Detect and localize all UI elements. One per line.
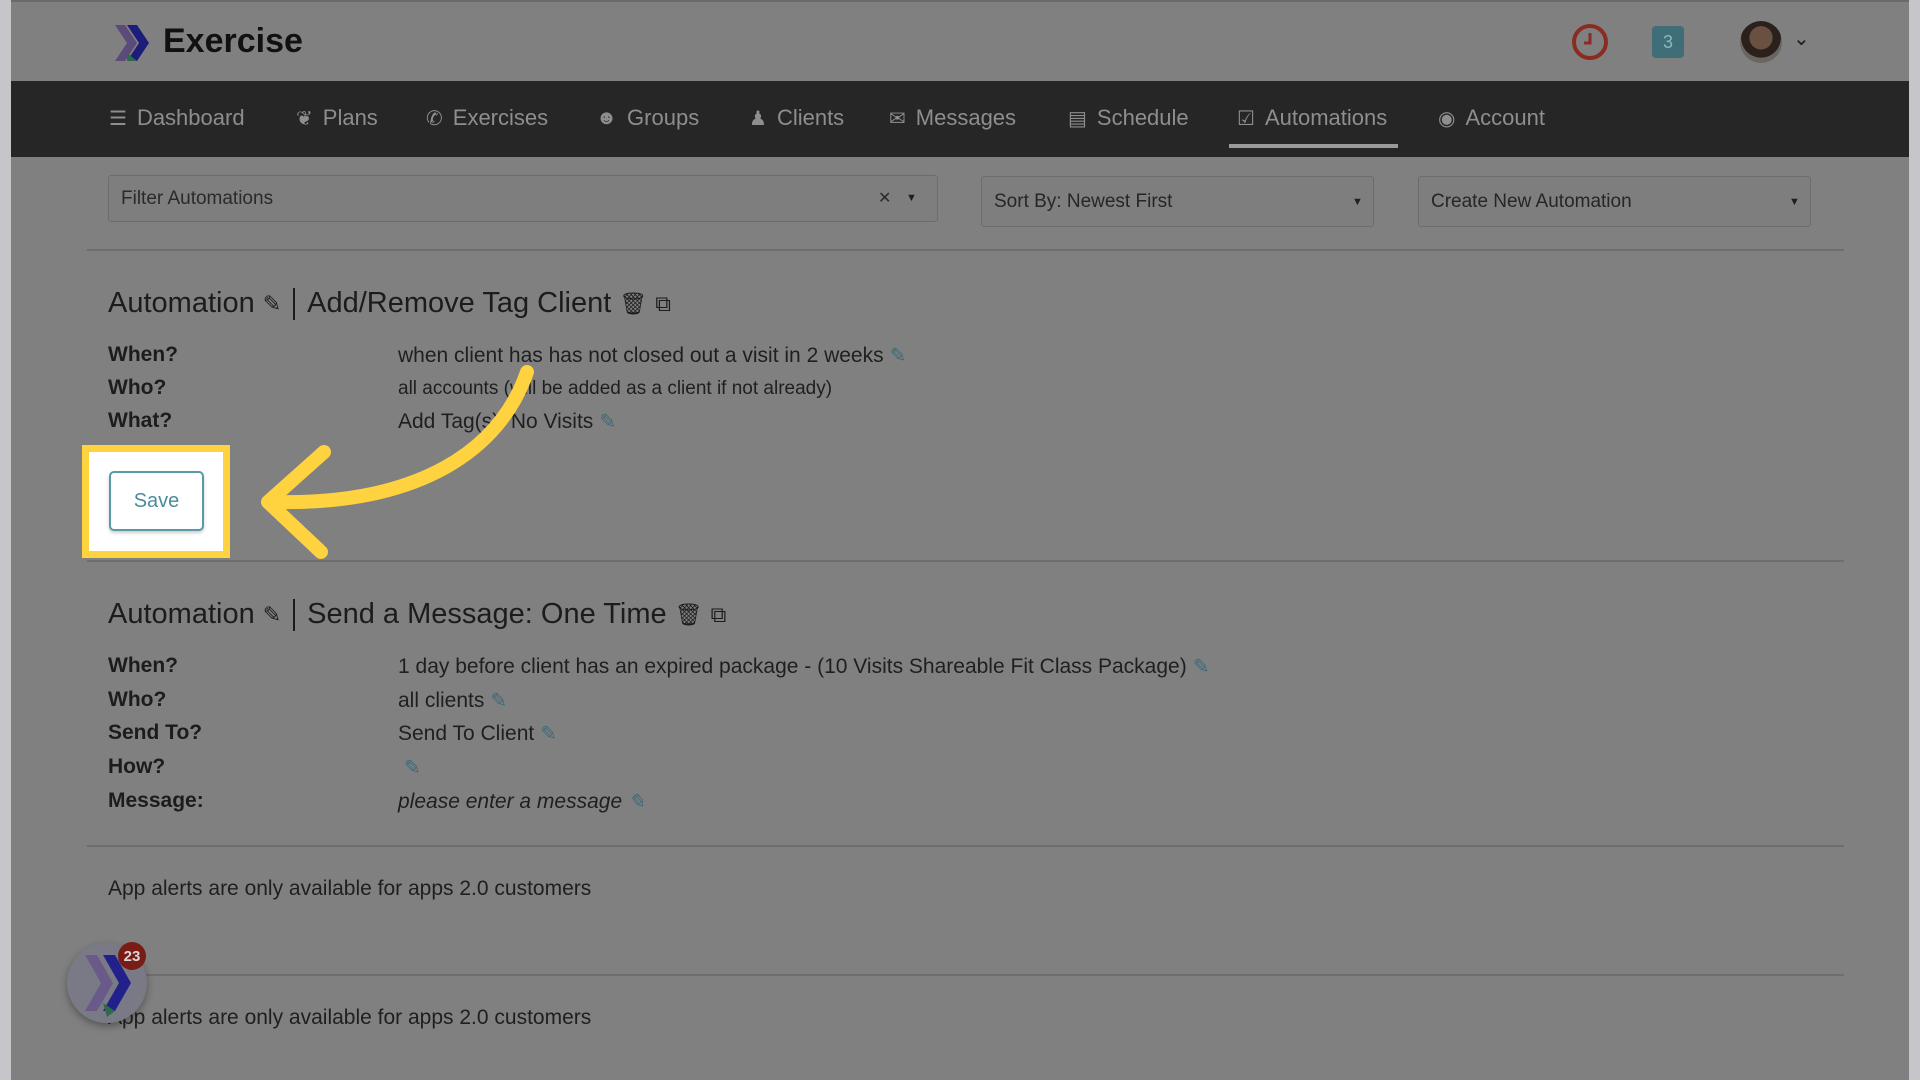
annotation-arrow [261, 365, 534, 559]
